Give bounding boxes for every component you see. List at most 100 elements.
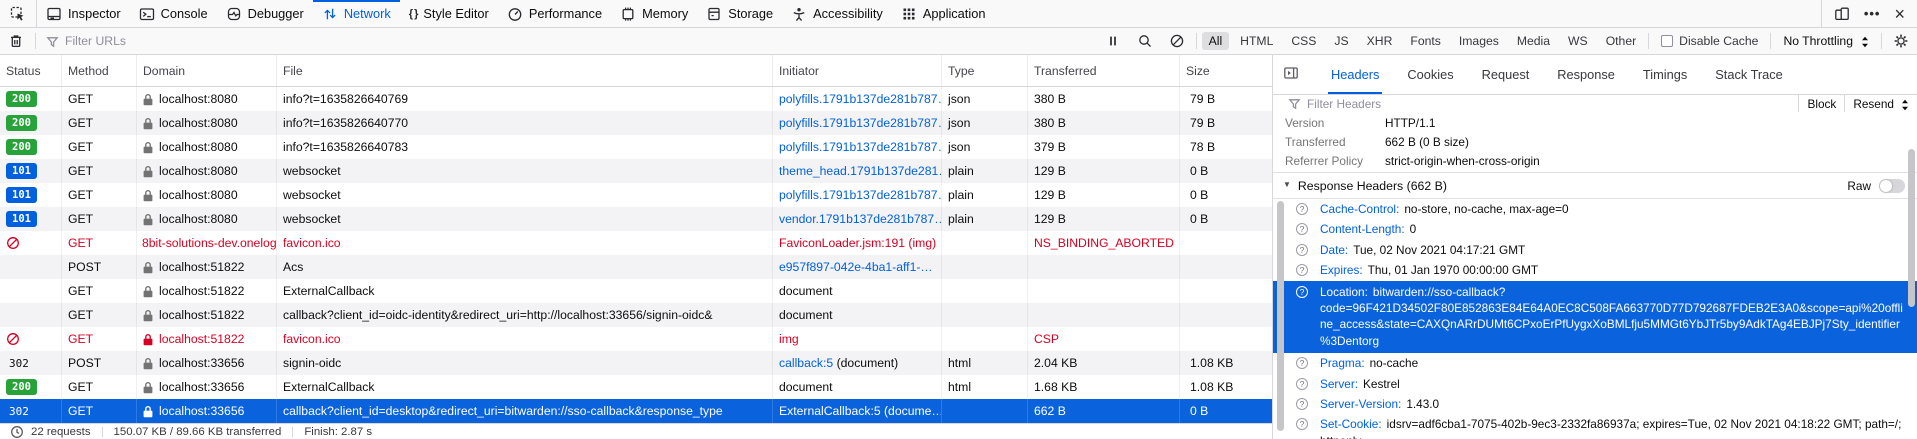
tab-debugger[interactable]: Debugger (217, 0, 313, 27)
filter-type-js[interactable]: JS (1327, 32, 1355, 50)
details-tab-stack-trace[interactable]: Stack Trace (1715, 55, 1783, 94)
throttling-dropdown[interactable]: No Throttling (1774, 34, 1878, 48)
filter-type-images[interactable]: Images (1452, 32, 1506, 50)
resend-dropdown[interactable]: Resend (1844, 95, 1917, 112)
details-tab-response[interactable]: Response (1557, 55, 1615, 94)
tab-performance[interactable]: Performance (498, 0, 611, 27)
method-cell: GET (68, 164, 93, 178)
initiator-link[interactable]: polyfills.1791b137de281b787… (779, 140, 942, 154)
tab-storage[interactable]: Storage (697, 0, 782, 27)
filter-urls-input[interactable]: Filter URLs (39, 34, 1097, 48)
network-status-bar: 22 requests 150.07 KB / 89.66 KB transfe… (0, 423, 1272, 439)
domain-cell: localhost:33656 (159, 380, 244, 394)
filter-type-all[interactable]: All (1202, 32, 1230, 50)
tab-application[interactable]: Application (892, 0, 995, 27)
request-row[interactable]: 302GETlocalhost:33656callback?client_id=… (0, 399, 1272, 423)
request-row[interactable]: GETlocalhost:51822favicon.icoimgCSP (0, 327, 1272, 351)
close-devtools-icon[interactable]: × (1887, 5, 1912, 23)
filter-headers-input[interactable]: Filter Headers (1307, 97, 1381, 111)
filter-type-media[interactable]: Media (1510, 32, 1557, 50)
response-header-row[interactable]: ?Date:Tue, 02 Nov 2021 04:17:21 GMT (1273, 240, 1917, 260)
initiator-link[interactable]: FaviconLoader.jsm:191 (779, 236, 905, 250)
responsive-design-mode-icon[interactable] (1827, 6, 1857, 22)
element-picker-button[interactable] (0, 0, 37, 27)
column-header-method[interactable]: Method (62, 55, 137, 86)
initiator-link[interactable]: e957f897-042e-4ba1-aff1-… (779, 260, 933, 274)
initiator-link[interactable]: callback:5 (779, 356, 833, 370)
column-header-file[interactable]: File (277, 55, 773, 86)
scrollbar-thumb[interactable] (1277, 201, 1284, 431)
request-row[interactable]: GETlocalhost:51822callback?client_id=oid… (0, 303, 1272, 327)
request-row[interactable]: 200GETlocalhost:33656ExternalCallbackdoc… (0, 375, 1272, 399)
request-row[interactable]: 101GETlocalhost:8080websocketpolyfills.1… (0, 183, 1272, 207)
request-row[interactable]: GET8bit-solutions-dev.onelogin…favicon.i… (0, 231, 1272, 255)
response-header-row[interactable]: ?Expires:Thu, 01 Jan 1970 00:00:00 GMT (1273, 260, 1917, 280)
tab-console[interactable]: Console (130, 0, 217, 27)
initiator-link[interactable]: polyfills.1791b137de281b787… (779, 116, 942, 130)
response-header-row[interactable]: ?Content-Length:0 (1273, 219, 1917, 239)
request-row[interactable]: 200GETlocalhost:8080info?t=1635826640783… (0, 135, 1272, 159)
status-badge: 200 (6, 139, 37, 155)
details-tab-request[interactable]: Request (1482, 55, 1530, 94)
tab-style-editor[interactable]: { }Style Editor (400, 0, 498, 27)
summary-row: Referrer Policystrict-origin-when-cross-… (1273, 151, 1917, 170)
filter-type-other[interactable]: Other (1599, 32, 1643, 50)
pause-recording-button[interactable] (1097, 33, 1129, 49)
method-cell: POST (68, 356, 101, 370)
header-name: Pragma (1320, 356, 1361, 370)
filter-type-xhr[interactable]: XHR (1360, 32, 1400, 50)
initiator-link[interactable]: vendor.1791b137de281b787… (779, 212, 942, 226)
tab-memory[interactable]: Memory (611, 0, 697, 27)
updown-caret-icon (1857, 34, 1869, 48)
scrollbar-thumb[interactable] (1908, 149, 1915, 307)
disable-cache-checkbox[interactable]: Disable Cache (1652, 34, 1767, 48)
tab-network[interactable]: Network (313, 0, 400, 27)
response-header-row[interactable]: ?Server-Version:1.43.0 (1273, 394, 1917, 414)
response-header-row[interactable]: ?Pragma:no-cache (1273, 353, 1917, 373)
request-row[interactable]: 101GETlocalhost:8080websocketvendor.1791… (0, 207, 1272, 231)
column-header-size[interactable]: Size (1180, 55, 1272, 86)
tab-label: Storage (728, 6, 773, 21)
column-header-initiator[interactable]: Initiator (773, 55, 942, 86)
clear-requests-button[interactable] (0, 33, 32, 49)
network-icon (322, 6, 338, 22)
initiator-link[interactable]: polyfills.1791b137de281b787… (779, 188, 942, 202)
domain-cell: localhost:33656 (159, 356, 244, 370)
initiator-link[interactable]: theme_head.1791b137de281… (779, 164, 942, 178)
filter-type-html[interactable]: HTML (1233, 32, 1280, 50)
initiator-link[interactable]: polyfills.1791b137de281b787… (779, 92, 942, 106)
request-row[interactable]: GETlocalhost:51822ExternalCallbackdocume… (0, 279, 1272, 303)
tab-inspector[interactable]: Inspector (37, 0, 130, 27)
request-row[interactable]: 200GETlocalhost:8080info?t=1635826640769… (0, 87, 1272, 111)
raw-toggle[interactable] (1879, 179, 1905, 193)
block-button[interactable]: Block (1798, 95, 1844, 112)
tab-accessibility[interactable]: Accessibility (782, 0, 892, 27)
filter-type-ws[interactable]: WS (1561, 32, 1595, 50)
collapse-sidebar-icon[interactable] (1283, 65, 1299, 84)
request-blocking-button[interactable] (1161, 33, 1193, 49)
domain-cell: localhost:8080 (159, 116, 238, 130)
request-row[interactable]: 200GETlocalhost:8080info?t=1635826640770… (0, 111, 1272, 135)
method-cell: GET (68, 140, 93, 154)
column-header-domain[interactable]: Domain (137, 55, 277, 86)
response-header-row[interactable]: ?Cache-Control:no-store, no-cache, max-a… (1273, 199, 1917, 219)
request-row[interactable]: 302POSTlocalhost:33656signin-oidccallbac… (0, 351, 1272, 375)
details-tab-cookies[interactable]: Cookies (1407, 55, 1453, 94)
response-header-row[interactable]: ?Location:bitwarden://sso-callback?code=… (1273, 281, 1917, 354)
search-button[interactable] (1129, 33, 1161, 49)
filter-type-fonts[interactable]: Fonts (1403, 32, 1447, 50)
response-headers-section-header[interactable]: ▼ Response Headers (662 B) Raw (1273, 172, 1917, 199)
request-row[interactable]: POSTlocalhost:51822Acse957f897-042e-4ba1… (0, 255, 1272, 279)
request-row[interactable]: 101GETlocalhost:8080websockettheme_head.… (0, 159, 1272, 183)
column-header-type[interactable]: Type (942, 55, 1028, 86)
response-header-row[interactable]: ?Server:Kestrel (1273, 374, 1917, 394)
gear-icon (1893, 33, 1909, 49)
response-header-row[interactable]: ?Set-Cookie:idsrv=adf6cba1-7075-402b-9ec… (1273, 414, 1917, 439)
column-header-transferred[interactable]: Transferred (1028, 55, 1180, 86)
details-tab-headers[interactable]: Headers (1331, 55, 1379, 94)
filter-type-css[interactable]: CSS (1284, 32, 1323, 50)
column-header-status[interactable]: Status (0, 55, 62, 86)
details-tab-timings[interactable]: Timings (1643, 55, 1687, 94)
meatball-menu-icon[interactable]: ••• (1857, 6, 1888, 21)
network-settings-button[interactable] (1885, 33, 1917, 49)
